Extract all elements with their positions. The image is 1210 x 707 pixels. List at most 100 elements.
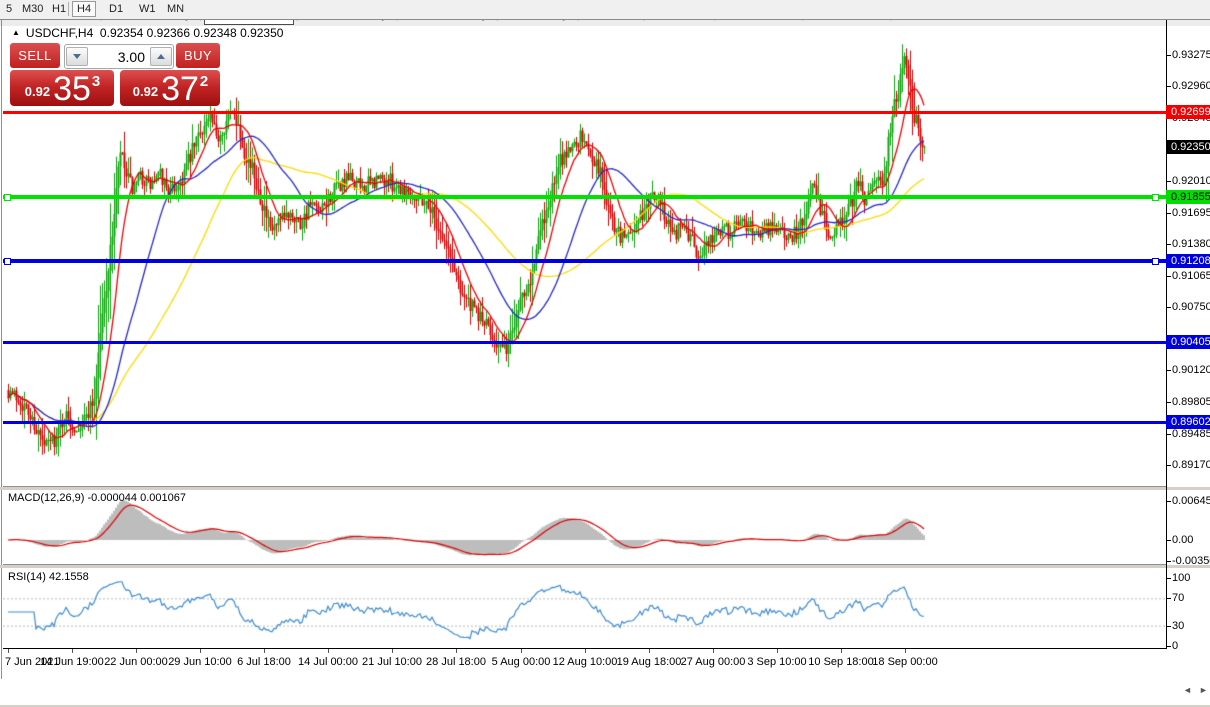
tabs-scroll-left-icon[interactable]: ◄ [1183,685,1192,695]
price-axis-tick [1166,54,1171,56]
date-axis-tick [649,649,650,653]
price-axis-label: 0.91695 [1172,206,1210,219]
rsi-label: RSI(14) 42.1558 [8,571,89,583]
price-badge: 0.90405 [1166,334,1210,349]
price-axis-tick [1166,244,1171,245]
chart-title-text: USDCHF,H4 0.92354 0.92366 0.92348 0.9235… [25,26,284,40]
buy-button[interactable]: BUY [176,43,220,68]
date-axis-tick [713,649,714,653]
macd-axis-tick [1166,561,1171,562]
collapse-triangle-icon[interactable]: ▲ [12,29,20,37]
rsi-axis-tick [1166,578,1171,579]
timeframe-toolbar: 5 M30 H1 H4 D1 W1 MN [0,0,1210,20]
date-axis-tick [8,649,9,653]
price-badge: 0.91855 [1166,189,1210,204]
date-axis-tick [585,649,586,653]
toolbar-divider [68,2,69,16]
macd-axis-label: 0.00 [1172,534,1194,546]
date-axis-tick [777,649,778,653]
price-axis-tick [1166,307,1171,308]
horizontal-line[interactable] [3,340,1166,344]
price-axis-label: 0.89485 [1172,427,1210,440]
buy-price-fraction: 2 [199,73,209,90]
date-axis-tick [841,649,842,653]
date-axis-tick [264,649,265,653]
rsi-axis-label: 100 [1172,572,1191,584]
line-handle[interactable] [1152,193,1159,201]
price-badge: 0.91208 [1166,254,1210,269]
buy-quote-button[interactable]: 0.92 37 2 [120,70,220,106]
price-axis-label: 0.89805 [1172,395,1210,408]
price-axis-tick [1166,86,1171,87]
timeframe-button-w1[interactable]: W1 [134,1,161,17]
macd-axis-label: 0.006451 [1172,495,1210,507]
rsi-axis-label: 30 [1172,620,1185,632]
timeframe-button-mn[interactable]: MN [162,1,189,17]
timeframe-button-m30[interactable]: M30 [17,1,48,17]
timeframe-button-h4[interactable]: H4 [72,1,97,17]
buy-price-pips: 37 [161,70,199,108]
date-axis-label: 12 Aug 10:00 [552,656,618,668]
macd-axis-tick [1166,540,1171,541]
horizontal-line[interactable] [3,194,1166,199]
date-axis-label: 22 Jun 00:00 [104,656,168,668]
horizontal-line[interactable] [3,420,1166,424]
macd-axis-tick [1166,501,1171,502]
rsi-axis-label: 0 [1172,640,1179,652]
date-axis-label: 5 Aug 00:00 [491,656,551,668]
price-axis-label: 0.93275 [1172,48,1210,61]
date-axis-tick [905,649,906,653]
timeframe-button-d1[interactable]: D1 [104,1,128,17]
rsi-indicator-canvas[interactable] [3,568,1166,648]
price-axis-tick [1166,370,1171,371]
panel-separator[interactable] [0,565,1210,568]
price-axis-tick [1166,401,1171,403]
rsi-axis-tick [1166,626,1171,627]
price-axis-label: 0.92960 [1172,80,1210,92]
volume-input[interactable] [89,48,149,65]
sell-price-fraction: 3 [91,73,101,90]
price-axis-tick [1166,181,1171,182]
date-axis-label: 28 Jul 18:00 [426,656,486,668]
horizontal-line[interactable] [3,259,1166,264]
date-axis-label: 14 Jul 00:00 [298,656,358,668]
chevron-up-icon [157,54,165,59]
price-badge: 0.92699 [1166,105,1210,120]
line-handle[interactable] [4,258,11,266]
line-handle[interactable] [1152,258,1159,266]
price-axis-label: 0.91380 [1172,238,1210,250]
horizontal-line[interactable] [3,111,1166,115]
date-axis-label: 19 Aug 18:00 [616,656,682,668]
sell-price-prefix: 0.92 [24,84,51,99]
trading-terminal-window: 5 M30 H1 H4 D1 W1 MN ▲ USDCHF,H4 0.92354 0.923… [0,0,1210,707]
volume-increase-button[interactable] [150,47,172,66]
date-axis-tick [521,649,522,653]
buy-price-prefix: 0.92 [132,84,159,99]
price-axis-tick [1166,275,1171,277]
sell-quote-button[interactable]: 0.92 35 3 [10,70,114,106]
price-axis-tick [1166,465,1171,466]
date-axis-tick [456,649,457,653]
price-badge: 0.89602 [1166,414,1210,429]
rsi-axis-tick [1166,646,1171,647]
chart-title: ▲ USDCHF,H4 0.92354 0.92366 0.92348 0.92… [12,26,283,40]
price-badge: 0.92350 [1166,140,1210,154]
macd-label: MACD(12,26,9) -0.000044 0.001067 [8,492,186,504]
date-axis-label: 10 Sep 18:00 [808,656,874,668]
price-axis-label: 0.92010 [1172,175,1210,187]
macd-axis-label: -0.003507 [1172,555,1210,567]
line-handle[interactable] [4,193,11,201]
date-axis-label: 27 Aug 00:00 [680,656,746,668]
volume-decrease-button[interactable] [66,47,88,66]
date-axis-label: 18 Sep 00:00 [872,656,938,668]
panel-separator[interactable] [0,487,1210,490]
date-axis-tick [200,649,201,653]
one-click-trading-panel: SELL BUY 0.92353 0.92372 [8,43,220,106]
rsi-axis-label: 70 [1172,592,1185,604]
window-left-border [1,20,2,679]
timeframe-button-5[interactable]: 5 [1,1,17,17]
sell-button[interactable]: SELL [10,43,60,68]
tabs-scroll-right-icon[interactable]: ► [1199,685,1208,695]
date-axis-label: 3 Sep 10:00 [747,656,807,668]
chevron-down-icon [73,54,81,59]
